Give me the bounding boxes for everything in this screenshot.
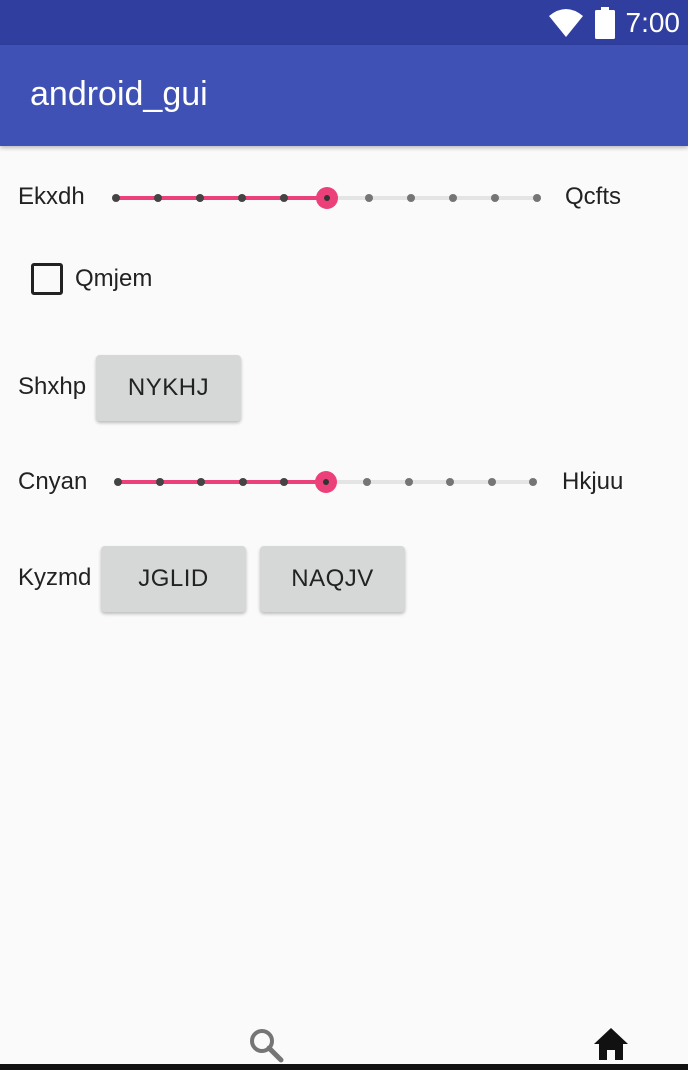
slider-fill	[118, 480, 326, 484]
row3-label: Shxhp	[18, 373, 87, 400]
slider-ekxdh[interactable]	[112, 183, 541, 213]
slider-fill	[116, 196, 327, 200]
slider-tick	[112, 194, 120, 202]
slider-tick	[196, 194, 205, 202]
slider-tick	[238, 194, 247, 202]
row5-label: Kyzmd	[18, 564, 92, 591]
slider2-right-label: Hkjuu	[562, 468, 624, 495]
home-icon[interactable]	[593, 1027, 629, 1061]
slider-tick	[533, 194, 541, 202]
app-title: android_gui	[30, 75, 208, 113]
battery-icon	[594, 6, 615, 39]
slider-tick	[487, 478, 496, 486]
bottom-nav	[0, 1010, 688, 1070]
slider1-right-label: Qcfts	[565, 183, 622, 210]
slider-thumb[interactable]	[314, 471, 337, 493]
slider1-left-label: Ekxdh	[18, 183, 85, 210]
slider-tick	[529, 478, 537, 486]
slider-tick	[406, 194, 415, 202]
checkbox-label[interactable]: Qmjem	[75, 265, 152, 293]
slider2-left-label: Cnyan	[18, 468, 88, 495]
slider-tick	[490, 194, 499, 202]
slider-tick	[364, 194, 373, 202]
status-time: 7:00	[625, 6, 681, 38]
nykhj-button[interactable]: NYKHJ	[96, 355, 241, 421]
slider-tick	[404, 478, 413, 486]
slider-tick	[238, 478, 247, 486]
naqjv-button[interactable]: NAQJV	[260, 546, 405, 612]
jglid-button[interactable]: JGLID	[101, 546, 246, 612]
slider-tick	[446, 478, 454, 486]
slider-tick	[114, 478, 122, 486]
slider-thumb[interactable]	[315, 187, 338, 209]
slider-tick	[280, 194, 289, 202]
bottom-divider	[0, 1064, 688, 1070]
slider-tick	[280, 478, 288, 486]
status-icons: 7:00	[548, 0, 681, 45]
slider-tick	[154, 194, 163, 202]
search-icon[interactable]	[248, 1027, 284, 1063]
slider-tick	[155, 478, 164, 486]
slider-cnyan[interactable]	[114, 467, 537, 497]
status-bar: 7:00	[0, 0, 688, 45]
checkbox-qmjem[interactable]	[31, 263, 63, 295]
slider-tick	[448, 194, 457, 202]
app-bar: android_gui	[0, 45, 688, 146]
wifi-icon	[548, 8, 583, 37]
slider-tick	[197, 478, 205, 486]
slider-tick	[363, 478, 371, 486]
